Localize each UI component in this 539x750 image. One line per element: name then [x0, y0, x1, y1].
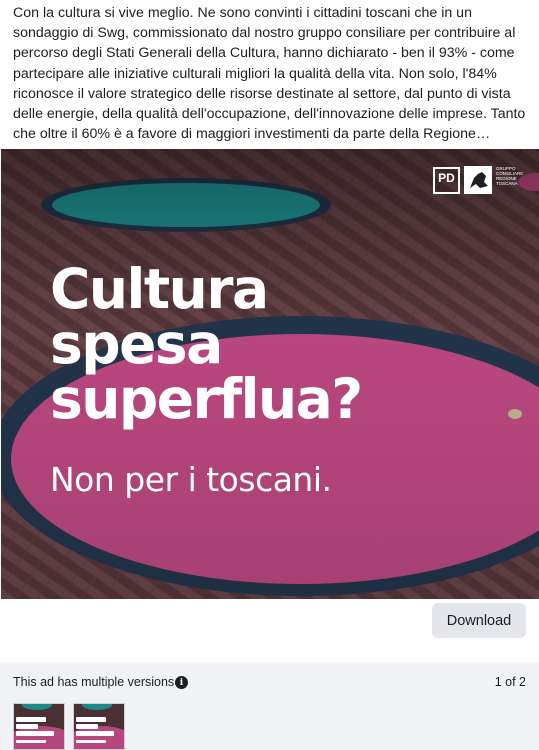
- version-thumbnail-2[interactable]: [73, 703, 125, 750]
- download-button[interactable]: Download: [432, 603, 526, 638]
- pd-logo: PD: [433, 167, 460, 194]
- ad-versions-panel: This ad has multiple versions i 1 of 2: [0, 662, 539, 750]
- creative-subline: Non per i toscani.: [50, 460, 332, 499]
- versions-label: This ad has multiple versions: [13, 675, 175, 689]
- headline-line: superflua?: [50, 367, 363, 431]
- tuscany-region-logo: [464, 166, 492, 194]
- ad-body-text: Con la cultura si vive meglio. Ne sono c…: [13, 5, 526, 143]
- council-group-label: Gruppo Consiliare Regione Toscana: [496, 166, 524, 186]
- version-counter: 1 of 2: [494, 675, 526, 689]
- version-thumbnail-1[interactable]: [13, 703, 65, 750]
- headline-line: spesa: [50, 312, 223, 376]
- headline-line: Cultura: [50, 257, 269, 321]
- creative-headline: Cultura spesa superflua?: [50, 257, 363, 431]
- info-icon[interactable]: i: [175, 676, 188, 689]
